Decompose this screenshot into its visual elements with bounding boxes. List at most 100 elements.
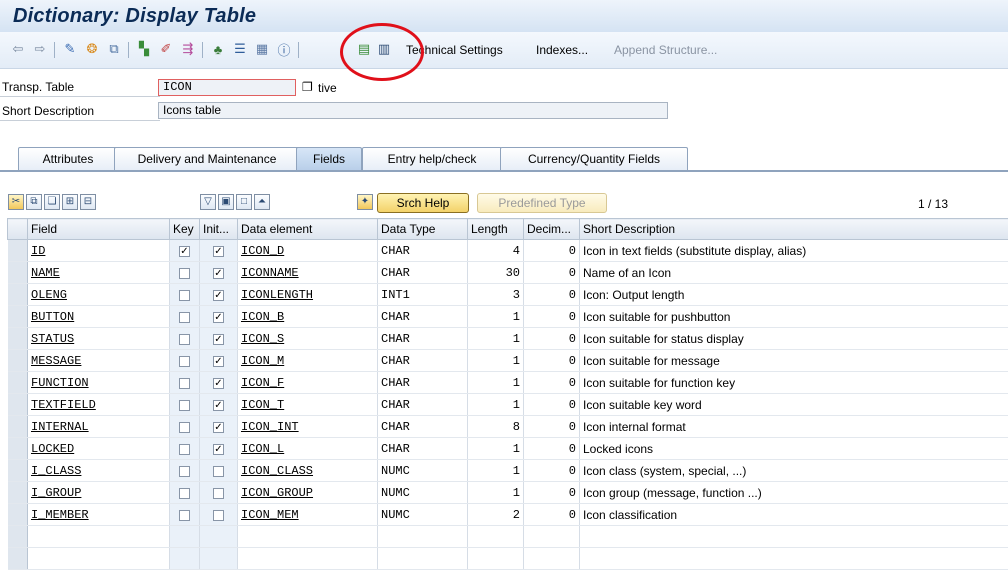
table-row[interactable]: I_CLASS ICON_CLASS NUMC 1 0 Icon class (syste… — [7, 459, 1008, 482]
table-row[interactable] — [7, 547, 1008, 570]
field-cell[interactable]: NAME — [27, 261, 170, 284]
insert-row-icon[interactable]: ⊞ — [62, 194, 78, 210]
initial-checkbox[interactable] — [213, 465, 224, 477]
data-element-cell[interactable]: ICON_M — [237, 349, 378, 372]
row-selector[interactable] — [7, 459, 28, 482]
field-cell[interactable]: INTERNAL — [27, 415, 170, 438]
cut-icon[interactable]: ✂ — [8, 194, 24, 210]
table-row[interactable]: TEXTFIELD ✓ ICON_T CHAR 1 0 Icon suitable key … — [7, 393, 1008, 416]
length-cell[interactable]: 1 — [467, 327, 524, 350]
row-selector[interactable] — [7, 261, 28, 284]
data-type-cell[interactable]: CHAR — [377, 393, 468, 416]
initial-checkbox-cell[interactable]: ✓ — [199, 437, 238, 460]
short-description-cell[interactable]: Icon suitable for message — [579, 349, 1008, 372]
display-change-icon[interactable]: ✎ — [62, 41, 78, 57]
data-type-cell[interactable]: CHAR — [377, 437, 468, 460]
data-element-cell[interactable]: ICON_L — [237, 437, 378, 460]
row-selector[interactable] — [7, 547, 28, 570]
edit-icon[interactable]: ✐ — [158, 41, 174, 57]
data-element-cell[interactable]: ICONNAME — [237, 261, 378, 284]
initial-checkbox-cell[interactable] — [199, 525, 238, 548]
initial-checkbox-cell[interactable]: ✓ — [199, 349, 238, 372]
tab-entry-help-check[interactable]: Entry help/check — [362, 147, 502, 170]
field-cell[interactable]: OLENG — [27, 283, 170, 306]
key-checkbox[interactable]: ✓ — [179, 245, 190, 257]
row-selector[interactable] — [7, 371, 28, 394]
table-row[interactable]: OLENG ✓ ICONLENGTH INT1 3 0 Icon: Output lengt… — [7, 283, 1008, 306]
initial-checkbox-cell[interactable] — [199, 459, 238, 482]
key-checkbox-cell[interactable] — [169, 261, 200, 284]
key-checkbox[interactable] — [179, 311, 190, 323]
short-description-cell[interactable]: Icon internal format — [579, 415, 1008, 438]
decimals-cell[interactable]: 0 — [523, 261, 580, 284]
data-type-cell[interactable]: CHAR — [377, 261, 468, 284]
key-checkbox[interactable] — [179, 443, 190, 455]
data-element-cell[interactable]: ICONLENGTH — [237, 283, 378, 306]
column-header-data-type[interactable]: Data Type — [377, 218, 468, 240]
data-element-cell[interactable]: ICON_B — [237, 305, 378, 328]
decimals-cell[interactable]: 0 — [523, 415, 580, 438]
initial-checkbox-cell[interactable]: ✓ — [199, 415, 238, 438]
short-description-cell[interactable]: Icon suitable for pushbutton — [579, 305, 1008, 328]
initial-checkbox[interactable]: ✓ — [213, 245, 224, 257]
info-icon[interactable]: ⓘ — [276, 41, 292, 58]
key-checkbox-cell[interactable] — [169, 503, 200, 526]
delete-row-icon[interactable]: ⊟ — [80, 194, 96, 210]
row-selector-header[interactable] — [7, 218, 28, 240]
field-cell[interactable]: I_MEMBER — [27, 503, 170, 526]
key-checkbox-cell[interactable] — [169, 525, 200, 548]
row-selector[interactable] — [7, 349, 28, 372]
transp-table-field[interactable]: ICON — [158, 79, 296, 96]
field-cell[interactable]: FUNCTION — [27, 371, 170, 394]
data-type-cell[interactable]: CHAR — [377, 305, 468, 328]
transport-icon[interactable]: ⇶ — [180, 41, 196, 57]
field-cell[interactable]: LOCKED — [27, 437, 170, 460]
column-header-short-description[interactable]: Short Description — [579, 218, 1008, 240]
data-element-cell[interactable]: ICON_S — [237, 327, 378, 350]
short-description-cell[interactable]: Icon classification — [579, 503, 1008, 526]
back-arrow-icon[interactable]: ⇦ — [10, 41, 26, 57]
table-row[interactable]: ID ✓ ✓ ICON_D CHAR 4 0 Icon in text fields (sub… — [7, 239, 1008, 262]
row-selector[interactable] — [7, 437, 28, 460]
key-checkbox-cell[interactable] — [169, 283, 200, 306]
decimals-cell[interactable]: 0 — [523, 371, 580, 394]
data-element-cell[interactable]: ICON_T — [237, 393, 378, 416]
key-checkbox-cell[interactable] — [169, 349, 200, 372]
short-description-cell[interactable]: Icon suitable for function key — [579, 371, 1008, 394]
initial-checkbox[interactable] — [213, 487, 224, 499]
field-cell[interactable]: TEXTFIELD — [27, 393, 170, 416]
length-cell[interactable]: 1 — [467, 305, 524, 328]
indexes-button[interactable]: Indexes... — [536, 43, 588, 57]
initial-checkbox-cell[interactable]: ✓ — [199, 393, 238, 416]
data-element-cell[interactable]: ICON_D — [237, 239, 378, 262]
length-cell[interactable] — [467, 525, 524, 548]
copy-icon[interactable]: ❐ — [302, 80, 313, 94]
decimals-cell[interactable] — [523, 525, 580, 548]
key-checkbox[interactable] — [179, 399, 190, 411]
initial-checkbox-cell[interactable]: ✓ — [199, 305, 238, 328]
key-checkbox[interactable] — [179, 421, 190, 433]
column-header-data-element[interactable]: Data element — [237, 218, 378, 240]
initial-checkbox[interactable]: ✓ — [213, 399, 224, 411]
sort-icon[interactable]: ▽ — [200, 194, 216, 210]
row-selector[interactable] — [7, 327, 28, 350]
paste-row-icon[interactable]: ❏ — [44, 194, 60, 210]
initial-checkbox-cell[interactable]: ✓ — [199, 327, 238, 350]
length-cell[interactable]: 1 — [467, 393, 524, 416]
short-description-cell[interactable]: Name of an Icon — [579, 261, 1008, 284]
short-description-cell[interactable]: Icon class (system, special, ...) — [579, 459, 1008, 482]
length-cell[interactable]: 8 — [467, 415, 524, 438]
data-type-cell[interactable]: CHAR — [377, 239, 468, 262]
key-checkbox-cell[interactable] — [169, 481, 200, 504]
activate-icon[interactable]: ❂ — [84, 41, 100, 57]
decimals-cell[interactable]: 0 — [523, 239, 580, 262]
select-all-icon[interactable]: ▣ — [218, 194, 234, 210]
data-type-cell[interactable]: CHAR — [377, 349, 468, 372]
short-description-cell[interactable]: Icon suitable key word — [579, 393, 1008, 416]
row-selector[interactable] — [7, 305, 28, 328]
decimals-cell[interactable]: 0 — [523, 503, 580, 526]
row-selector[interactable] — [7, 393, 28, 416]
field-cell[interactable] — [27, 525, 170, 548]
data-type-cell[interactable]: NUMC — [377, 481, 468, 504]
data-type-cell[interactable] — [377, 547, 468, 570]
